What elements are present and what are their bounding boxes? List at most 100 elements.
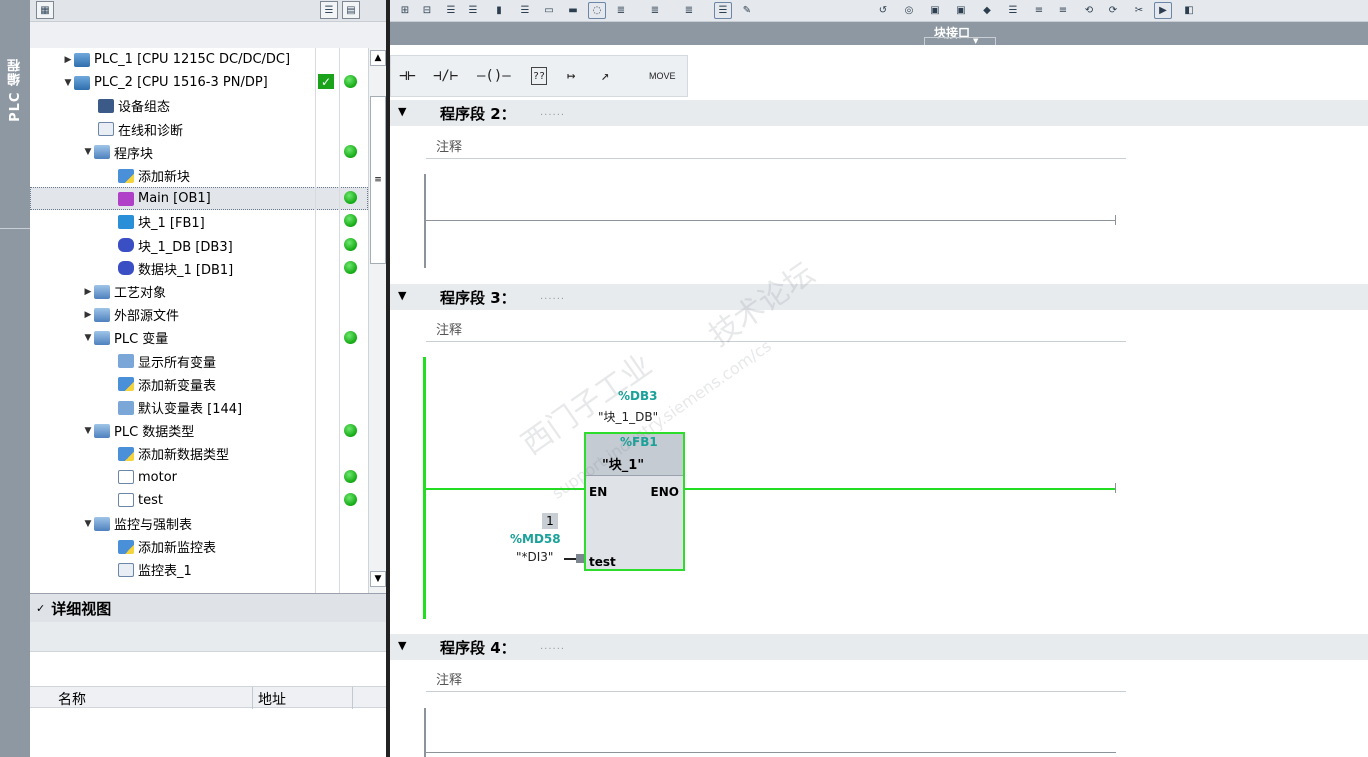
toolbar-icon[interactable]: ≣ <box>680 2 698 19</box>
toolbar-icon[interactable]: ⊟ <box>418 2 436 19</box>
network-comment[interactable]: 注释 <box>426 666 1126 692</box>
network-comment[interactable]: 注释 <box>426 316 1126 342</box>
toolbar-icon[interactable]: ☰ <box>464 2 482 19</box>
network-title-placeholder[interactable]: ...... <box>540 641 565 652</box>
monitor-icon[interactable]: ▶ <box>1154 2 1172 19</box>
column-divider[interactable] <box>352 687 353 709</box>
collapse-arrow-icon[interactable]: ▼ <box>82 147 94 157</box>
delete-network-icon[interactable]: ▭ <box>540 2 558 19</box>
toolbar-icon[interactable]: ▬ <box>564 2 582 19</box>
toolbar-icon[interactable]: ≣ <box>612 2 630 19</box>
toolbar-icon[interactable]: ≡ <box>1030 2 1048 19</box>
tree-item-add-watch-table[interactable]: 添加新监控表 <box>30 535 368 558</box>
collapse-arrow-icon[interactable]: ▼ <box>398 105 406 118</box>
column-header-address[interactable]: 地址 <box>258 689 286 709</box>
tree-item-add-data-type[interactable]: 添加新数据类型 <box>30 442 368 465</box>
collapse-arrow-icon[interactable]: ▼ <box>82 333 94 343</box>
column-divider[interactable] <box>252 687 253 709</box>
network-3-header[interactable]: ▼ 程序段 3： ...... <box>390 284 1368 310</box>
toolbar-icon[interactable]: ◧ <box>1180 2 1198 19</box>
splitter-handle[interactable]: ▼ <box>924 37 996 45</box>
tree-item-db1[interactable]: 数据块_1 [DB1] <box>30 257 368 280</box>
toolbar-icon[interactable]: ☰ <box>1004 2 1022 19</box>
instance-db-address[interactable]: %DB3 <box>618 389 657 403</box>
network-comment[interactable]: 注释 <box>426 133 1126 159</box>
expand-arrow-icon[interactable]: ▶ <box>62 55 74 65</box>
fb-en-pin[interactable]: EN <box>589 485 607 499</box>
collapse-arrow-icon[interactable]: ▼ <box>82 519 94 529</box>
tree-item-program-blocks[interactable]: ▼ 程序块 <box>30 141 368 164</box>
tree-item-plc-data-types[interactable]: ▼ PLC 数据类型 <box>30 419 368 442</box>
toolbar-icon[interactable]: ⟲ <box>1080 2 1098 19</box>
empty-rung[interactable] <box>426 752 1116 753</box>
tree-item-watch-table-1[interactable]: 监控表_1 <box>30 558 368 581</box>
collapse-arrow-icon[interactable]: ▼ <box>398 289 406 302</box>
coil-button[interactable]: –()– <box>477 67 511 85</box>
toolbar-icon[interactable]: ≡ <box>1054 2 1072 19</box>
no-contact-button[interactable]: ⊣⊢ <box>399 67 416 85</box>
toolbar-icon[interactable]: ⊞ <box>396 2 414 19</box>
toolbar-icon[interactable]: ✂ <box>1130 2 1148 19</box>
comment-icon[interactable]: ◌ <box>588 2 606 19</box>
move-button[interactable]: MOVE <box>649 67 676 85</box>
detail-view-header[interactable]: ✓ 详细视图 <box>30 594 386 622</box>
toolbar-icon[interactable]: ◎ <box>900 2 918 19</box>
expand-arrow-icon[interactable]: ▶ <box>82 287 94 297</box>
tree-item-technology-objects[interactable]: ▶ 工艺对象 <box>30 280 368 303</box>
fb-input-pin[interactable]: test <box>589 555 616 569</box>
tree-scrollbar[interactable]: ▲ ≡ ▼ <box>368 48 386 593</box>
network-title-placeholder[interactable]: ...... <box>540 107 565 118</box>
tree-item-main-ob1[interactable]: Main [OB1] <box>30 187 368 211</box>
tree-item-add-block[interactable]: 添加新块 <box>30 164 368 187</box>
fb-eno-pin[interactable]: ENO <box>651 485 679 499</box>
open-branch-button[interactable]: ↦ <box>567 67 575 85</box>
tree-item-fb1[interactable]: 块_1 [FB1] <box>30 210 368 233</box>
fb-call-box[interactable]: %FB1 "块_1" EN ENO test <box>584 432 685 571</box>
tree-item-udt-motor[interactable]: motor <box>30 466 368 489</box>
expand-arrow-icon[interactable]: ▶ <box>82 310 94 320</box>
toolbar-icon[interactable]: ▣ <box>926 2 944 19</box>
toolbar-icon[interactable]: ⟳ <box>1104 2 1122 19</box>
tree-item-plc-tags[interactable]: ▼ PLC 变量 <box>30 326 368 349</box>
close-branch-button[interactable]: ↗ <box>601 67 609 85</box>
scroll-up-icon[interactable]: ▲ <box>370 50 386 66</box>
tree-item-watch-force-tables[interactable]: ▼ 监控与强制表 <box>30 512 368 535</box>
tree-item-show-all-tags[interactable]: 显示所有变量 <box>30 350 368 373</box>
side-tab-plc-programming[interactable]: PLC 编程 <box>0 0 30 757</box>
tree-item-db3[interactable]: 块_1_DB [DB3] <box>30 234 368 257</box>
column-header-name[interactable]: 名称 <box>58 689 86 709</box>
toolbar-icon[interactable]: ☰ <box>442 2 460 19</box>
param-address[interactable]: %MD58 <box>510 532 561 546</box>
network-2-header[interactable]: ▼ 程序段 2： ...... <box>390 100 1368 126</box>
tree-item-add-tag-table[interactable]: 添加新变量表 <box>30 373 368 396</box>
insert-network-icon[interactable]: ☰ <box>516 2 534 19</box>
collapse-arrow-icon[interactable]: ▼ <box>398 639 406 652</box>
chevron-down-icon[interactable]: ✓ <box>36 602 45 615</box>
network-title-placeholder[interactable]: ...... <box>540 291 565 302</box>
toolbar-icon[interactable]: ≣ <box>646 2 664 19</box>
network-4-header[interactable]: ▼ 程序段 4： ...... <box>390 634 1368 660</box>
param-tag[interactable]: "*DI3" <box>516 550 553 564</box>
overview-icon[interactable]: ☰ <box>320 1 338 19</box>
tree-item-online-diagnostics[interactable]: 在线和诊断 <box>30 118 368 141</box>
project-settings-icon[interactable]: ▤ <box>342 1 360 19</box>
toolbar-icon[interactable]: ☰ <box>714 2 732 19</box>
scroll-down-icon[interactable]: ▼ <box>370 571 386 587</box>
block-interface-bar[interactable]: 块接口 ▼ <box>390 22 1368 45</box>
toolbar-icon[interactable]: ✎ <box>738 2 756 19</box>
toolbar-icon[interactable]: ▣ <box>952 2 970 19</box>
go-online-icon[interactable]: ↺ <box>874 2 892 19</box>
empty-rung[interactable] <box>426 220 1116 221</box>
tree-item-external-sources[interactable]: ▶ 外部源文件 <box>30 303 368 326</box>
tree-view-icon[interactable]: ▦ <box>36 1 54 19</box>
fb-name[interactable]: "块_1" <box>602 454 644 473</box>
tree-item-udt-test[interactable]: test <box>30 489 368 512</box>
collapse-arrow-icon[interactable]: ▼ <box>82 426 94 436</box>
instance-db-name[interactable]: "块_1_DB" <box>598 408 658 425</box>
tree-item-default-tag-table[interactable]: 默认变量表 [144] <box>30 396 368 419</box>
toolbar-icon[interactable]: ◆ <box>978 2 996 19</box>
nc-contact-button[interactable]: ⊣/⊢ <box>433 67 458 85</box>
tree-item-device-config[interactable]: 设备组态 <box>30 94 368 117</box>
collapse-arrow-icon[interactable]: ▼ <box>62 78 74 88</box>
toolbar-icon[interactable]: ▮ <box>490 2 508 19</box>
